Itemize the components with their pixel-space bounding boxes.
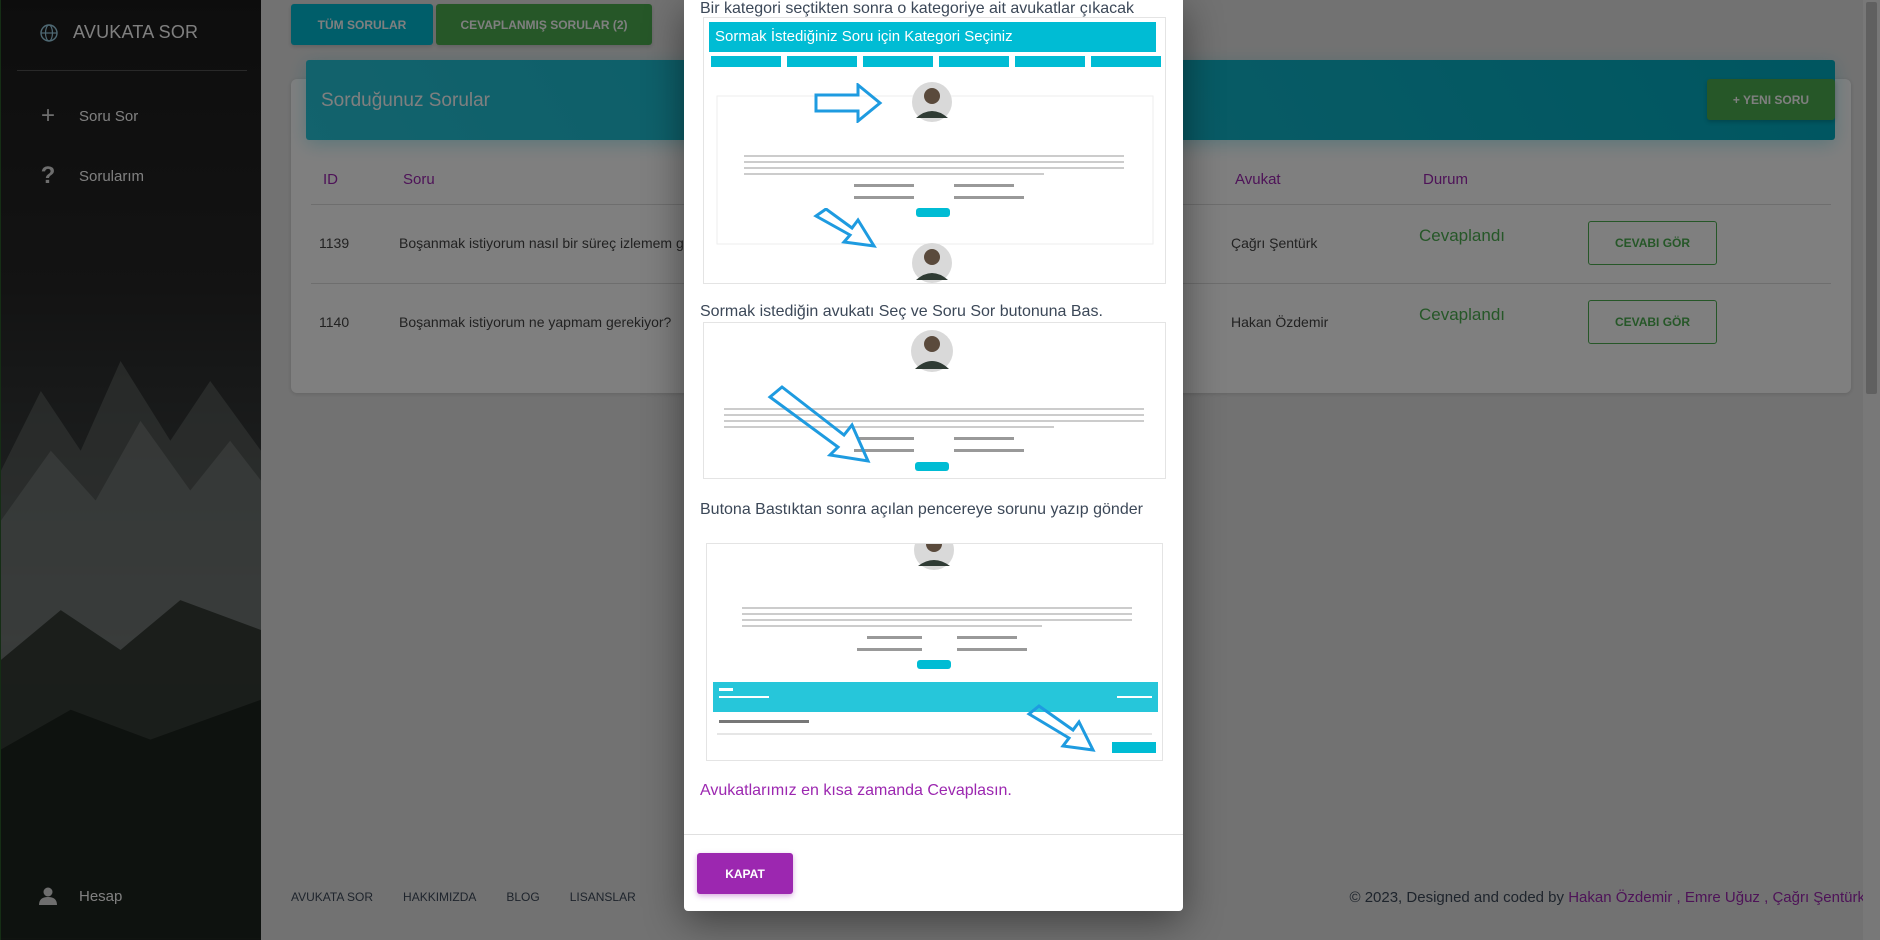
step1-screenshot: Sormak İstediğiniz Soru için Kategori Se… xyxy=(703,17,1166,284)
modal-footer-divider xyxy=(684,834,1183,835)
step2-screenshot xyxy=(703,322,1166,479)
step3-screenshot xyxy=(706,543,1163,761)
step2-text: Sormak istediğin avukatı Seç ve Soru Sor… xyxy=(700,303,1103,320)
arrow-icon xyxy=(767,385,871,463)
arrow-icon xyxy=(1026,704,1096,752)
step1-text: Bir kategori seçtikten sonra o kategoriy… xyxy=(700,0,1134,17)
step3-text: Butona Bastıktan sonra açılan pencereye … xyxy=(700,501,1143,518)
close-button[interactable]: KAPAT xyxy=(697,853,793,894)
arrow-icon xyxy=(813,208,877,248)
arrow-icon xyxy=(814,83,883,123)
step1-illustration xyxy=(711,56,1161,283)
closing-text: Avukatlarımız en kısa zamanda Cevaplasın… xyxy=(700,782,1012,799)
help-modal: Bir kategori seçtikten sonra o kategoriy… xyxy=(684,0,1183,911)
